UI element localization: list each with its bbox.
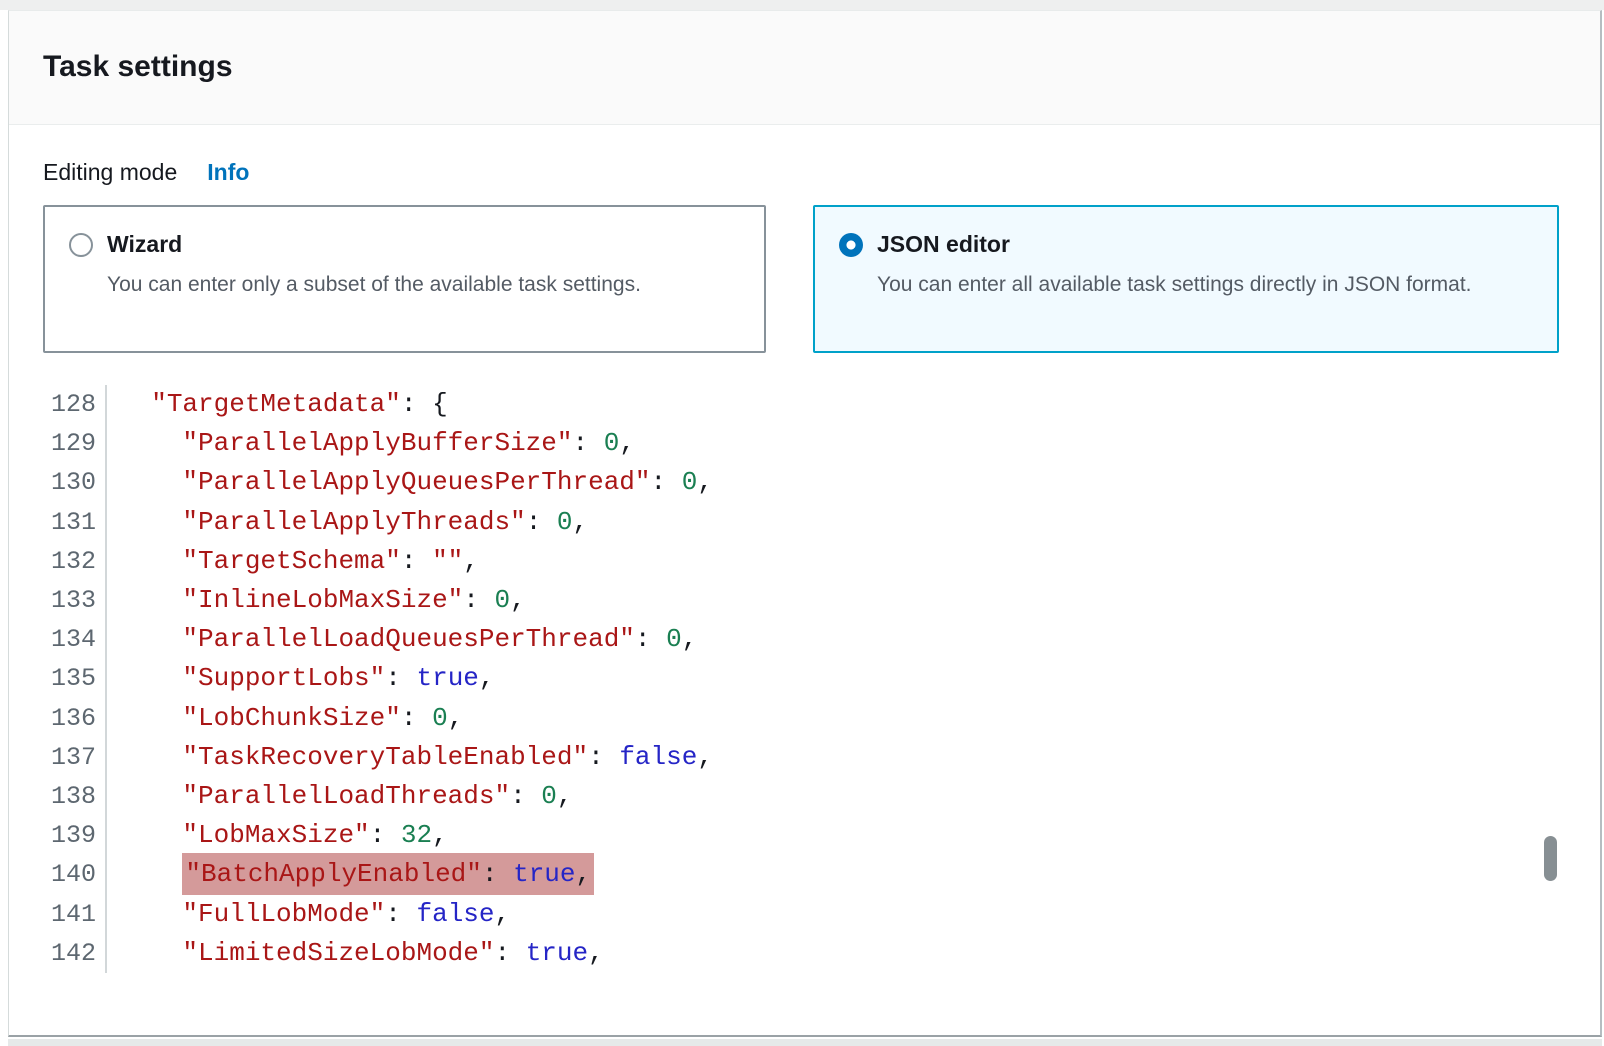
panel-header: Task settings bbox=[9, 11, 1600, 125]
code-line[interactable]: 140 "BatchApplyEnabled": true, bbox=[9, 855, 1540, 894]
wizard-label: Wizard bbox=[107, 231, 182, 258]
task-settings-panel: Task settings Editing mode Info Wizard Yo… bbox=[8, 10, 1602, 1037]
page-bottom-strip bbox=[8, 1039, 1602, 1046]
wizard-radio-icon[interactable] bbox=[69, 233, 93, 257]
code-editor[interactable]: 128 "TargetMetadata": {129 "ParallelAppl… bbox=[9, 385, 1540, 973]
tile-json-editor[interactable]: JSON editor You can enter all available … bbox=[813, 205, 1559, 353]
line-number: 131 bbox=[9, 503, 107, 542]
code-line[interactable]: 138 "ParallelLoadThreads": 0, bbox=[9, 777, 1540, 816]
wizard-description: You can enter only a subset of the avail… bbox=[107, 269, 764, 300]
line-number: 137 bbox=[9, 738, 107, 777]
line-number: 128 bbox=[9, 385, 107, 424]
code-line[interactable]: 137 "TaskRecoveryTableEnabled": false, bbox=[9, 738, 1540, 777]
line-number: 129 bbox=[9, 424, 107, 463]
line-number: 139 bbox=[9, 816, 107, 855]
json-editor-label: JSON editor bbox=[877, 231, 1010, 258]
code-line[interactable]: 141 "FullLobMode": false, bbox=[9, 895, 1540, 934]
code-line[interactable]: 134 "ParallelLoadQueuesPerThread": 0, bbox=[9, 620, 1540, 659]
line-number: 133 bbox=[9, 581, 107, 620]
json-editor-radio-icon[interactable] bbox=[839, 233, 863, 257]
scrollbar-thumb[interactable] bbox=[1544, 836, 1557, 881]
line-number: 142 bbox=[9, 934, 107, 973]
line-number: 140 bbox=[9, 855, 107, 894]
code-line[interactable]: 128 "TargetMetadata": { bbox=[9, 385, 1540, 424]
line-number: 134 bbox=[9, 620, 107, 659]
code-line[interactable]: 130 "ParallelApplyQueuesPerThread": 0, bbox=[9, 463, 1540, 502]
line-number: 130 bbox=[9, 463, 107, 502]
line-number: 141 bbox=[9, 895, 107, 934]
editing-mode-row: Editing mode Info bbox=[43, 158, 249, 188]
highlighted-code: "BatchApplyEnabled": true, bbox=[182, 853, 594, 895]
page-top-strip bbox=[0, 0, 1604, 10]
info-link[interactable]: Info bbox=[207, 159, 249, 185]
json-editor-description: You can enter all available task setting… bbox=[877, 269, 1477, 300]
code-line[interactable]: 132 "TargetSchema": "", bbox=[9, 542, 1540, 581]
code-line[interactable]: 135 "SupportLobs": true, bbox=[9, 659, 1540, 698]
editing-mode-label: Editing mode bbox=[43, 159, 177, 185]
page-title: Task settings bbox=[43, 49, 1600, 85]
editing-mode-tiles: Wizard You can enter only a subset of th… bbox=[43, 205, 1559, 353]
code-line[interactable]: 136 "LobChunkSize": 0, bbox=[9, 699, 1540, 738]
code-line[interactable]: 139 "LobMaxSize": 32, bbox=[9, 816, 1540, 855]
line-number: 135 bbox=[9, 659, 107, 698]
line-number: 132 bbox=[9, 542, 107, 581]
code-line[interactable]: 131 "ParallelApplyThreads": 0, bbox=[9, 503, 1540, 542]
code-line[interactable]: 142 "LimitedSizeLobMode": true, bbox=[9, 934, 1540, 973]
code-line[interactable]: 129 "ParallelApplyBufferSize": 0, bbox=[9, 424, 1540, 463]
code-line[interactable]: 133 "InlineLobMaxSize": 0, bbox=[9, 581, 1540, 620]
line-number: 136 bbox=[9, 699, 107, 738]
line-number: 138 bbox=[9, 777, 107, 816]
tile-wizard[interactable]: Wizard You can enter only a subset of th… bbox=[43, 205, 766, 353]
